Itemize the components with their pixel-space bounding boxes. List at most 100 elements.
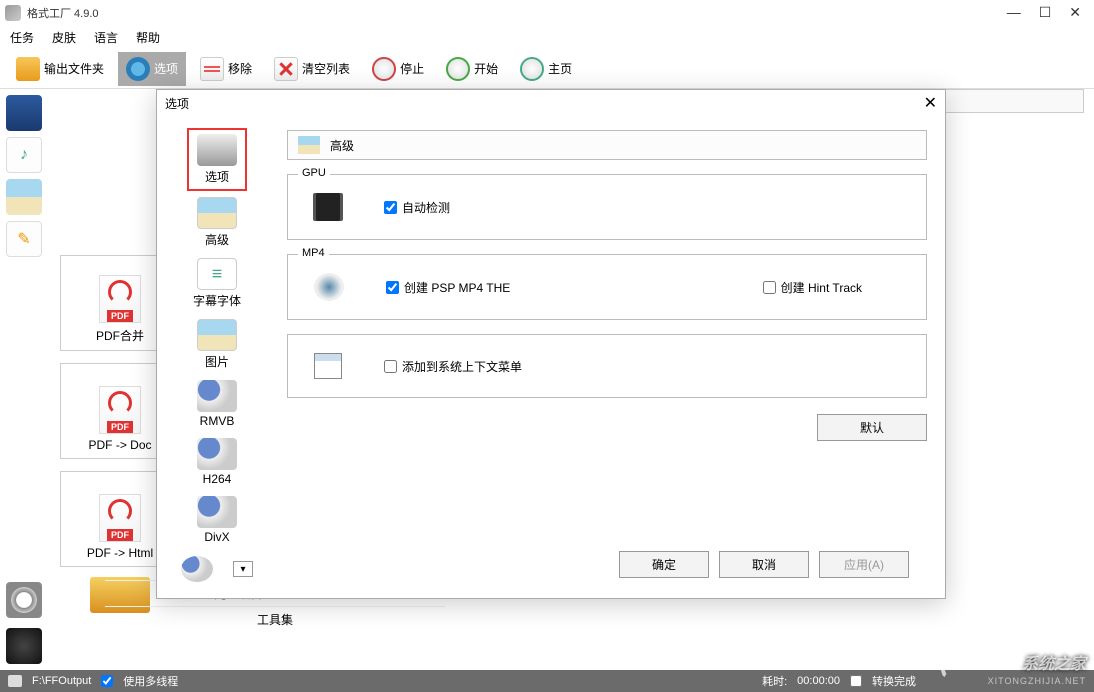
dialog-close-button[interactable]: ✕ [924, 93, 937, 113]
toolbar-remove[interactable]: 移除 [192, 52, 260, 86]
row-toolset[interactable]: 工具集 [105, 606, 445, 632]
dialog-title: 选项 [165, 95, 189, 112]
h264-icon [197, 438, 237, 470]
home-icon [520, 57, 544, 81]
checkbox-add-context-input[interactable] [384, 360, 397, 373]
checkbox-multithread[interactable] [101, 675, 113, 687]
dialog-cat-options[interactable]: 选项 [187, 128, 247, 191]
fieldset-gpu-legend: GPU [298, 167, 330, 179]
statusbar-elapsed-label: 耗时: [762, 673, 787, 689]
stop-icon [372, 57, 396, 81]
button-ok[interactable]: 确定 [619, 551, 709, 578]
window-icon [314, 353, 342, 379]
fieldset-gpu: GPU 自动检测 [287, 174, 927, 240]
dialog-cat-divx[interactable]: DivX [187, 492, 247, 548]
divx-icon [197, 496, 237, 528]
fieldset-mp4-legend: MP4 [298, 247, 329, 259]
maximize-button[interactable]: ☐ [1039, 4, 1052, 21]
statusbar-convert-done-label: 转换完成 [872, 673, 916, 689]
checkbox-create-psp-input[interactable] [386, 281, 399, 294]
button-cancel[interactable]: 取消 [719, 551, 809, 578]
pdf-icon: PDF [99, 386, 141, 434]
toolbar-output-folder[interactable]: 输出文件夹 [8, 52, 112, 86]
watermark-subtext: XITONGZHIJIA.NET [988, 676, 1086, 686]
tile-pdf-doc-label: PDF -> Doc [88, 438, 151, 452]
gear-icon [126, 57, 150, 81]
menubar: 任务 皮肤 语言 帮助 [0, 25, 1094, 49]
tile-pdf-merge-label: PDF合并 [96, 327, 144, 344]
pdf-icon: PDF [99, 275, 141, 323]
menu-skin[interactable]: 皮肤 [52, 29, 76, 46]
toolbar-options[interactable]: 选项 [118, 52, 186, 86]
toolbar-start-label: 开始 [474, 60, 498, 77]
menu-language[interactable]: 语言 [94, 29, 118, 46]
dialog-category-list: 选项 高级 字幕字体 图片 RMVB H264 [157, 116, 277, 598]
dialog-cat-rmvb[interactable]: RMVB [187, 376, 247, 432]
checkbox-auto-detect[interactable]: 自动检测 [384, 199, 450, 216]
pdf-icon: PDF [99, 494, 141, 542]
toolbar-clear-list[interactable]: 清空列表 [266, 52, 358, 86]
font-icon [197, 258, 237, 290]
folder-icon [16, 57, 40, 81]
checkbox-create-hint-input[interactable] [763, 281, 776, 294]
options-dialog: 选项 ✕ 选项 高级 字幕字体 图片 RMVB [156, 89, 946, 599]
tab-advanced-icon [298, 136, 320, 154]
picture-icon [197, 319, 237, 351]
clear-icon [274, 57, 298, 81]
app-icon [5, 5, 21, 21]
toolbar-home-label: 主页 [548, 60, 572, 77]
toolbar-start[interactable]: 开始 [438, 52, 506, 86]
toolbar-stop[interactable]: 停止 [364, 52, 432, 86]
statusbar-elapsed-value: 00:00:00 [797, 675, 840, 687]
checkbox-create-hint[interactable]: 创建 Hint Track [763, 279, 862, 296]
dialog-titlebar: 选项 ✕ [157, 90, 945, 116]
dialog-cat-h264[interactable]: H264 [187, 434, 247, 490]
toolbar-home[interactable]: 主页 [512, 52, 580, 86]
rmvb-icon [197, 380, 237, 412]
category-video[interactable] [6, 95, 42, 131]
category-sidebar [0, 89, 50, 670]
dialog-cat-advanced[interactable]: 高级 [187, 193, 247, 252]
remove-icon [200, 57, 224, 81]
statusbar-path[interactable]: F:\FFOutput [32, 675, 91, 687]
options-icon [197, 134, 237, 166]
play-icon [446, 57, 470, 81]
checkbox-add-context[interactable]: 添加到系统上下文菜单 [384, 358, 522, 375]
category-image[interactable] [6, 179, 42, 215]
category-audio[interactable] [6, 137, 42, 173]
checkbox-auto-detect-input[interactable] [384, 201, 397, 214]
statusbar: F:\FFOutput 使用多线程 耗时: 00:00:00 转换完成 [0, 670, 1094, 692]
toolbar-options-label: 选项 [154, 60, 178, 77]
minimize-button[interactable]: — [1007, 4, 1021, 21]
fieldset-mp4: MP4 创建 PSP MP4 THE 创建 Hint Track [287, 254, 927, 320]
dialog-cat-more-dropdown[interactable]: ▾ [233, 561, 253, 577]
more-media-icon [181, 556, 213, 582]
fieldset-context: 添加到系统上下文菜单 [287, 334, 927, 398]
category-toolset[interactable] [6, 628, 42, 664]
checkbox-convert-done[interactable] [850, 675, 862, 687]
dialog-content: 高级 GPU 自动检测 MP4 创建 PSP [277, 116, 945, 598]
toolbar-output-folder-label: 输出文件夹 [44, 60, 104, 77]
app-title: 格式工厂 4.9.0 [27, 5, 99, 21]
close-button[interactable]: ✕ [1069, 4, 1081, 21]
advanced-icon [197, 197, 237, 229]
menu-task[interactable]: 任务 [10, 29, 34, 46]
tile-pdf-html-label: PDF -> Html [87, 546, 153, 560]
checkbox-create-psp[interactable]: 创建 PSP MP4 THE [386, 279, 510, 296]
category-disc[interactable] [6, 582, 42, 618]
statusbar-folder-icon[interactable] [8, 675, 22, 687]
category-document[interactable] [6, 221, 42, 257]
toolbar-remove-label: 移除 [228, 60, 252, 77]
dialog-tab-advanced[interactable]: 高级 [287, 130, 927, 160]
menu-help[interactable]: 帮助 [136, 29, 160, 46]
toolbar-stop-label: 停止 [400, 60, 424, 77]
toolbar-clear-label: 清空列表 [302, 60, 350, 77]
dialog-cat-picture[interactable]: 图片 [187, 315, 247, 374]
button-apply[interactable]: 应用(A) [819, 551, 909, 578]
chip-icon [316, 193, 340, 221]
button-default[interactable]: 默认 [817, 414, 927, 441]
titlebar: 格式工厂 4.9.0 — ☐ ✕ [0, 0, 1094, 25]
dialog-cat-subtitle-font[interactable]: 字幕字体 [187, 254, 247, 313]
film-reel-icon [314, 273, 344, 301]
toolbar: 输出文件夹 选项 移除 清空列表 停止 开始 主页 [0, 49, 1094, 89]
